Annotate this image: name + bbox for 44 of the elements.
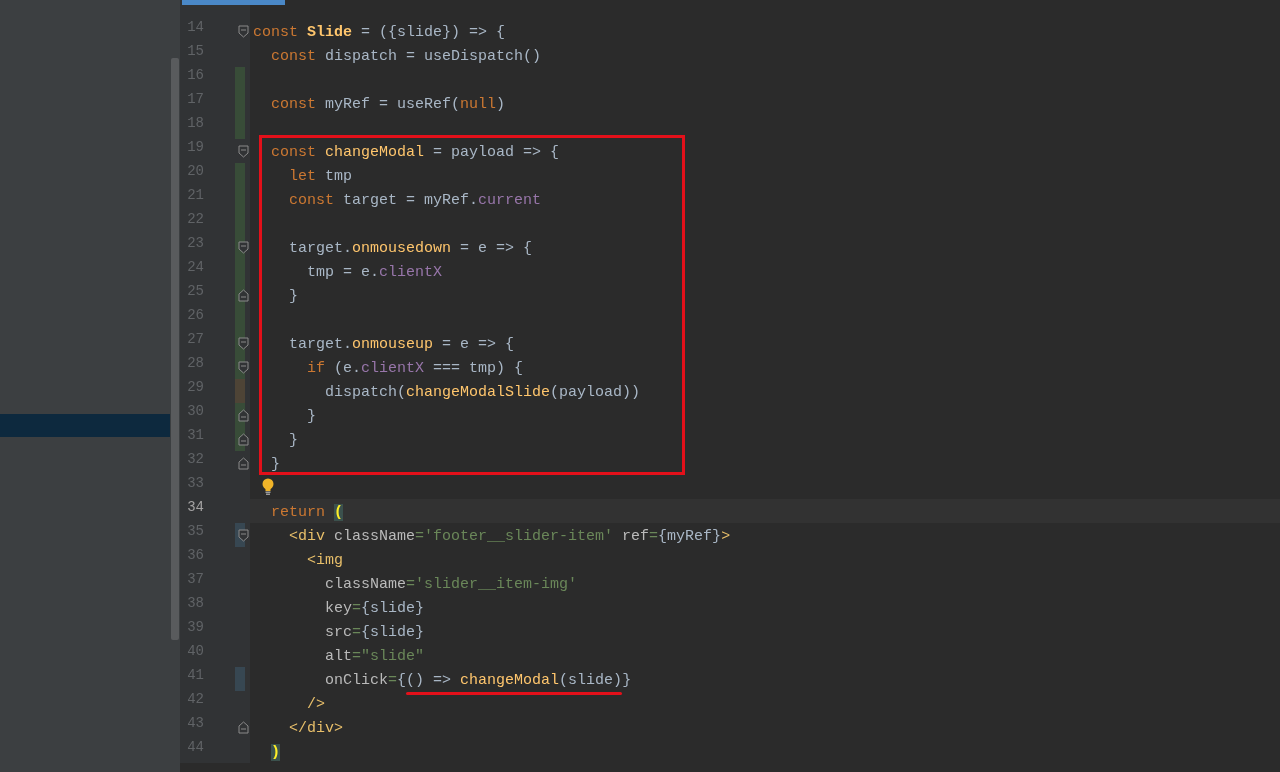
fold-icon[interactable] [238, 241, 249, 254]
code-line: if (e.clientX === tmp) { [306, 359, 524, 379]
code-line: /> [306, 695, 325, 715]
code-line: } [306, 407, 316, 427]
code-line: const target = myRef.current [288, 191, 542, 211]
code-line: <div className='footer__slider-item' ref={myRef}> [288, 527, 731, 547]
fold-icon[interactable] [238, 409, 249, 422]
code-line: src={slide} [324, 623, 425, 643]
code-line: } [270, 455, 280, 475]
scrollbar-thumb[interactable] [171, 58, 179, 640]
code-line: const dispatch = useDispatch() [270, 47, 542, 67]
fold-icon[interactable] [238, 721, 249, 734]
code-line: target.onmousedown = e => { [288, 239, 533, 259]
code-line: alt="slide" [324, 647, 425, 667]
code-line: <img [306, 551, 343, 571]
code-line: const Slide = ({slide}) => { [253, 23, 506, 43]
code-line: let tmp [288, 167, 353, 187]
fold-icon[interactable] [238, 289, 249, 302]
lightbulb-icon[interactable] [262, 478, 274, 496]
change-marker[interactable] [235, 67, 245, 91]
code-line: } [288, 287, 298, 307]
code-line: target.onmouseup = e => { [288, 335, 515, 355]
code-line: } [288, 431, 298, 451]
code-line: </div> [288, 719, 343, 739]
code-line: key={slide} [324, 599, 425, 619]
change-marker[interactable] [235, 163, 245, 187]
code-line: onClick={() => changeModal(slide)} [324, 671, 632, 691]
code-line: tmp = e.clientX [306, 263, 443, 283]
code-line: const changeModal = payload => { [270, 143, 560, 163]
line-number: 34 [186, 499, 204, 515]
code-line: className='slider__item-img' [324, 575, 578, 595]
change-marker[interactable] [235, 115, 245, 139]
fold-icon[interactable] [238, 25, 249, 38]
fold-icon[interactable] [238, 433, 249, 446]
fold-icon[interactable] [238, 361, 249, 374]
code-line: return ( [270, 503, 344, 523]
change-marker[interactable] [235, 667, 245, 691]
code-line: const myRef = useRef(null) [270, 95, 506, 115]
fold-icon[interactable] [238, 529, 249, 542]
fold-icon[interactable] [238, 337, 249, 350]
fold-icon[interactable] [238, 457, 249, 470]
fold-icon[interactable] [238, 145, 249, 158]
code-line: dispatch(changeModalSlide(payload)) [324, 383, 641, 403]
change-marker[interactable] [235, 379, 245, 403]
